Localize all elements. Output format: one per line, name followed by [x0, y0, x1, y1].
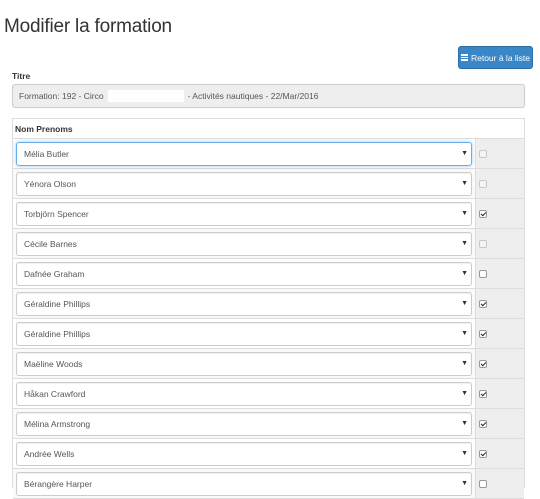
- participant-name: Håkan Crawford: [24, 388, 86, 399]
- caret-down-icon: ▼: [461, 360, 469, 367]
- caret-down-icon: ▼: [461, 390, 469, 397]
- title-field: Formation: 192 - Circo - Activités nauti…: [12, 84, 525, 108]
- participant-checkbox[interactable]: [479, 239, 488, 248]
- title-value-suffix: - Activités nautiques - 22/Mar/2016: [187, 91, 319, 101]
- table-row: Yénora Olson ▼: [13, 169, 524, 199]
- caret-down-icon: ▼: [461, 420, 469, 427]
- caret-down-icon: ▼: [461, 180, 469, 187]
- participant-checkbox[interactable]: [479, 329, 488, 338]
- caret-down-icon: ▼: [461, 480, 469, 487]
- caret-down-icon: ▼: [461, 300, 469, 307]
- participant-select[interactable]: Dafnée Graham ▼: [16, 261, 473, 286]
- participant-rows: Mélia Butler ▼ Yénora Olson ▼ Torbjörn Spenc…: [13, 139, 524, 499]
- table-row: Mélia Butler ▼: [13, 139, 524, 169]
- participant-name: Mélina Armstrong: [24, 418, 91, 429]
- checkbox-cell: [475, 379, 524, 408]
- participant-checkbox[interactable]: [479, 209, 488, 218]
- participant-select[interactable]: Géraldine Phillips ▼: [16, 321, 473, 346]
- participant-checkbox[interactable]: [479, 299, 488, 308]
- table-row: Torbjörn Spencer ▼: [13, 199, 524, 229]
- participant-select[interactable]: Håkan Crawford ▼: [16, 381, 473, 406]
- checkbox-cell: [475, 349, 524, 378]
- checkbox-cell: [475, 229, 524, 258]
- checkbox-cell: [475, 139, 524, 168]
- table-row: Bérangère Harper ▼: [13, 469, 524, 499]
- participant-select[interactable]: Mélia Butler ▼: [16, 141, 473, 166]
- participant-name: Torbjörn Spencer: [24, 208, 89, 219]
- participant-select[interactable]: Géraldine Phillips ▼: [16, 291, 473, 316]
- checkbox-cell: [475, 469, 524, 498]
- participant-select[interactable]: Mélina Armstrong ▼: [16, 411, 473, 436]
- caret-down-icon: ▼: [461, 210, 469, 217]
- redaction-box: [107, 90, 184, 102]
- checkbox-cell: [475, 409, 524, 438]
- participant-name: Géraldine Phillips: [24, 298, 91, 309]
- participant-select[interactable]: Andrée Wells ▼: [16, 441, 473, 466]
- caret-down-icon: ▼: [461, 270, 469, 277]
- caret-down-icon: ▼: [461, 450, 469, 457]
- list-icon: [460, 54, 468, 61]
- participant-checkbox[interactable]: [479, 149, 488, 158]
- participant-name: Bérangère Harper: [24, 478, 93, 489]
- participant-checkbox[interactable]: [479, 419, 488, 428]
- table-row: Dafnée Graham ▼: [13, 259, 524, 289]
- participant-select[interactable]: Torbjörn Spencer ▼: [16, 201, 473, 226]
- table-row: Maëline Woods ▼: [13, 349, 524, 379]
- back-to-list-button[interactable]: Retour à la liste: [458, 46, 533, 69]
- participant-select[interactable]: Maëline Woods ▼: [16, 351, 473, 376]
- checkbox-cell: [475, 319, 524, 348]
- page-title: Modifier la formation: [4, 16, 172, 37]
- caret-down-icon: ▼: [461, 150, 469, 157]
- table-row: Andrée Wells ▼: [13, 439, 524, 469]
- participant-checkbox[interactable]: [479, 269, 488, 278]
- participant-select[interactable]: Yénora Olson ▼: [16, 171, 473, 196]
- table-row: Géraldine Phillips ▼: [13, 319, 524, 349]
- participant-name: Yénora Olson: [24, 178, 76, 189]
- participant-name: Cécile Barnes: [24, 238, 77, 249]
- title-value-prefix: Formation: 192 - Circo: [19, 91, 104, 101]
- column-header-name: Nom Prenoms: [13, 119, 524, 139]
- checkbox-cell: [475, 289, 524, 318]
- participant-checkbox[interactable]: [479, 359, 488, 368]
- participant-name: Maëline Woods: [24, 358, 83, 369]
- participant-select[interactable]: Cécile Barnes ▼: [16, 231, 473, 256]
- table-row: Mélina Armstrong ▼: [13, 409, 524, 439]
- checkbox-cell: [475, 169, 524, 198]
- participant-name: Andrée Wells: [24, 448, 75, 459]
- checkbox-cell: [475, 259, 524, 288]
- title-label: Titre: [12, 71, 31, 81]
- table-row: Cécile Barnes ▼: [13, 229, 524, 259]
- participant-checkbox[interactable]: [479, 389, 488, 398]
- back-to-list-label: Retour à la liste: [470, 52, 531, 63]
- participant-name: Géraldine Phillips: [24, 328, 91, 339]
- participant-checkbox[interactable]: [479, 449, 488, 458]
- participant-checkbox[interactable]: [479, 479, 488, 488]
- table-row: Håkan Crawford ▼: [13, 379, 524, 409]
- participant-select[interactable]: Bérangère Harper ▼: [16, 471, 473, 496]
- checkbox-cell: [475, 199, 524, 228]
- caret-down-icon: ▼: [461, 240, 469, 247]
- participant-name: Mélia Butler: [24, 148, 69, 159]
- participant-name: Dafnée Graham: [24, 268, 85, 279]
- caret-down-icon: ▼: [461, 330, 469, 337]
- participant-checkbox[interactable]: [479, 179, 488, 188]
- checkbox-cell: [475, 439, 524, 468]
- participants-table: Nom Prenoms Mélia Butler ▼ Yénora Olson ▼ To…: [12, 118, 525, 499]
- table-row: Géraldine Phillips ▼: [13, 289, 524, 319]
